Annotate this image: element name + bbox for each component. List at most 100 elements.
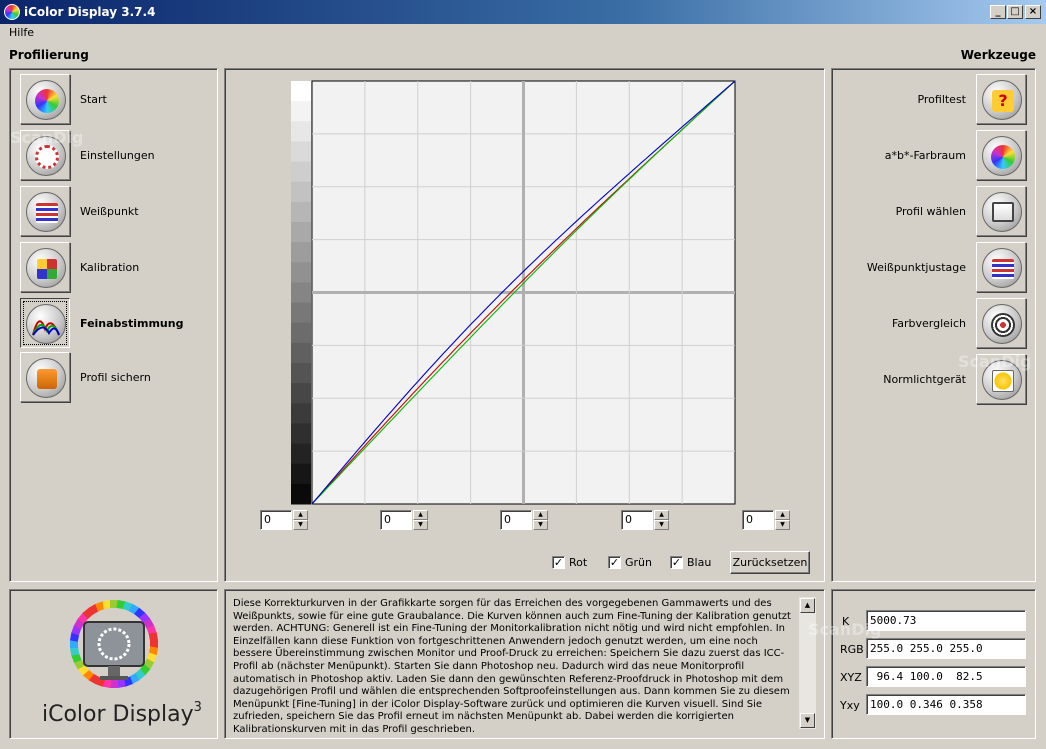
curve-point-spinner-3[interactable]: 0 bbox=[500, 510, 532, 530]
whitepoint-adjust-icon bbox=[982, 248, 1022, 288]
target-icon bbox=[982, 304, 1022, 344]
gray-wedge-step bbox=[291, 101, 311, 122]
gray-wedge-step bbox=[291, 161, 311, 183]
gray-wedge-step bbox=[291, 463, 311, 485]
menu-bar: Hilfe bbox=[0, 24, 1046, 42]
gray-wedge-step bbox=[291, 322, 311, 344]
gray-wedge-step bbox=[291, 201, 311, 223]
tool-select-profile-label: Profil wählen bbox=[895, 205, 966, 218]
nav-settings-label: Einstellungen bbox=[80, 149, 155, 162]
reset-button[interactable]: Zurücksetzen bbox=[730, 551, 810, 574]
watermark-2: ScanDig bbox=[958, 352, 1032, 371]
rgb-label: RGB bbox=[840, 643, 864, 656]
curve-point-spinner-2[interactable]: 0 bbox=[380, 510, 412, 530]
tool-colorcompare-button[interactable] bbox=[976, 298, 1026, 348]
minimize-button[interactable]: _ bbox=[990, 5, 1006, 19]
gray-wedge-step bbox=[291, 141, 311, 163]
spinner-up-icon[interactable]: ▲ bbox=[413, 510, 428, 520]
left-section-title: Profilierung bbox=[9, 48, 89, 62]
description-scrollbar[interactable]: ▲ ▼ bbox=[799, 597, 816, 729]
nav-finetuning-label: Feinabstimmung bbox=[80, 317, 184, 330]
gray-wedge-step bbox=[291, 282, 311, 304]
spinner-down-icon[interactable]: ▼ bbox=[293, 520, 308, 530]
tool-whitepoint-adjust-label: Weißpunktjustage bbox=[866, 261, 966, 274]
gray-wedge-step bbox=[291, 342, 311, 364]
tool-select-profile-button[interactable] bbox=[976, 186, 1026, 236]
tool-profiletest-button[interactable]: ? bbox=[976, 74, 1026, 124]
curve-point-spinner-1[interactable]: 0 bbox=[260, 510, 292, 530]
curve-point-spinner-4[interactable]: 0 bbox=[621, 510, 653, 530]
spinner-down-icon[interactable]: ▼ bbox=[654, 520, 669, 530]
spinner-arrows[interactable]: ▲ ▼ bbox=[293, 510, 308, 530]
green-checkbox[interactable]: ✓ bbox=[608, 556, 621, 569]
close-button[interactable]: × bbox=[1025, 5, 1041, 19]
xyz-label: XYZ bbox=[840, 671, 862, 684]
select-profile-icon bbox=[982, 192, 1022, 232]
nav-calibration-label: Kalibration bbox=[80, 261, 140, 274]
question-icon: ? bbox=[982, 80, 1022, 120]
gray-wedge-step bbox=[291, 443, 311, 465]
nav-finetuning-button[interactable] bbox=[20, 298, 70, 348]
nav-whitepoint-label: Weißpunkt bbox=[80, 205, 139, 218]
tool-gamut-button[interactable] bbox=[976, 130, 1026, 180]
nav-start-label: Start bbox=[80, 93, 107, 106]
gray-wedge-step bbox=[291, 383, 311, 404]
watermark-1: ScanDig bbox=[10, 128, 84, 147]
color-wheel-icon bbox=[26, 80, 66, 120]
red-checkbox[interactable]: ✓ bbox=[552, 556, 565, 569]
gray-wedge-step bbox=[291, 262, 311, 283]
curves-icon bbox=[26, 304, 66, 344]
spinner-up-icon[interactable]: ▲ bbox=[654, 510, 669, 520]
spinner-arrows[interactable]: ▲ ▼ bbox=[533, 510, 548, 530]
gray-wedge-step bbox=[291, 222, 311, 243]
spinner-down-icon[interactable]: ▼ bbox=[533, 520, 548, 530]
spinner-down-icon[interactable]: ▼ bbox=[775, 520, 790, 530]
nav-save-profile-button[interactable] bbox=[20, 352, 70, 402]
title-bar: iColor Display 3.7.4 _ □ × bbox=[0, 0, 1046, 24]
gray-wedge-step bbox=[291, 121, 311, 142]
watermark-3: ScanDig bbox=[808, 620, 882, 639]
menu-help[interactable]: Hilfe bbox=[9, 26, 34, 39]
spinner-up-icon[interactable]: ▲ bbox=[293, 510, 308, 520]
whitepoint-icon bbox=[26, 192, 66, 232]
nav-start-button[interactable] bbox=[20, 74, 70, 124]
logo-superscript: 3 bbox=[193, 700, 202, 715]
scroll-up-button[interactable]: ▲ bbox=[800, 598, 815, 613]
yxy-label: Yxy bbox=[840, 699, 860, 712]
icolor-logo-icon bbox=[69, 600, 159, 689]
rgb-value: 255.0 255.0 255.0 bbox=[866, 638, 1026, 659]
spinner-up-icon[interactable]: ▲ bbox=[533, 510, 548, 520]
gray-wedge-step bbox=[291, 483, 311, 505]
nav-save-profile-label: Profil sichern bbox=[80, 371, 151, 384]
xyz-value: 96.4 100.0 82.5 bbox=[866, 666, 1026, 687]
calibration-grid-icon bbox=[26, 248, 66, 288]
gray-wedge-step bbox=[291, 242, 311, 263]
spinner-down-icon[interactable]: ▼ bbox=[413, 520, 428, 530]
blue-checkbox-label: Blau bbox=[687, 556, 712, 569]
window-title: iColor Display 3.7.4 bbox=[24, 5, 156, 19]
tool-gamut-label: a*b*-Farbraum bbox=[884, 149, 966, 162]
logo-name: iColor Display bbox=[42, 702, 194, 727]
maximize-button[interactable]: □ bbox=[1007, 5, 1023, 19]
spinner-arrows[interactable]: ▲ ▼ bbox=[654, 510, 669, 530]
save-profile-icon bbox=[26, 358, 66, 398]
right-section-title: Werkzeuge bbox=[960, 48, 1036, 62]
spinner-arrows[interactable]: ▲ ▼ bbox=[413, 510, 428, 530]
k-value: 5000.73 bbox=[866, 610, 1026, 631]
blue-checkbox[interactable]: ✓ bbox=[670, 556, 683, 569]
calibration-curves-chart[interactable] bbox=[288, 80, 738, 506]
gray-wedge-step bbox=[291, 363, 311, 384]
yxy-value: 100.0 0.346 0.358 bbox=[866, 694, 1026, 715]
logo-text: iColor Display3 bbox=[42, 700, 202, 727]
gamut-icon bbox=[982, 136, 1022, 176]
red-checkbox-label: Rot bbox=[569, 556, 588, 569]
tool-whitepoint-adjust-button[interactable] bbox=[976, 242, 1026, 292]
spinner-arrows[interactable]: ▲ ▼ bbox=[775, 510, 790, 530]
nav-calibration-button[interactable] bbox=[20, 242, 70, 292]
description-text: Diese Korrekturkurven in der Grafikkarte… bbox=[233, 598, 791, 735]
nav-whitepoint-button[interactable] bbox=[20, 186, 70, 236]
spinner-up-icon[interactable]: ▲ bbox=[775, 510, 790, 520]
scroll-down-button[interactable]: ▼ bbox=[800, 713, 815, 728]
curve-point-spinner-5[interactable]: 0 bbox=[742, 510, 774, 530]
logo-color-patch bbox=[148, 632, 159, 642]
